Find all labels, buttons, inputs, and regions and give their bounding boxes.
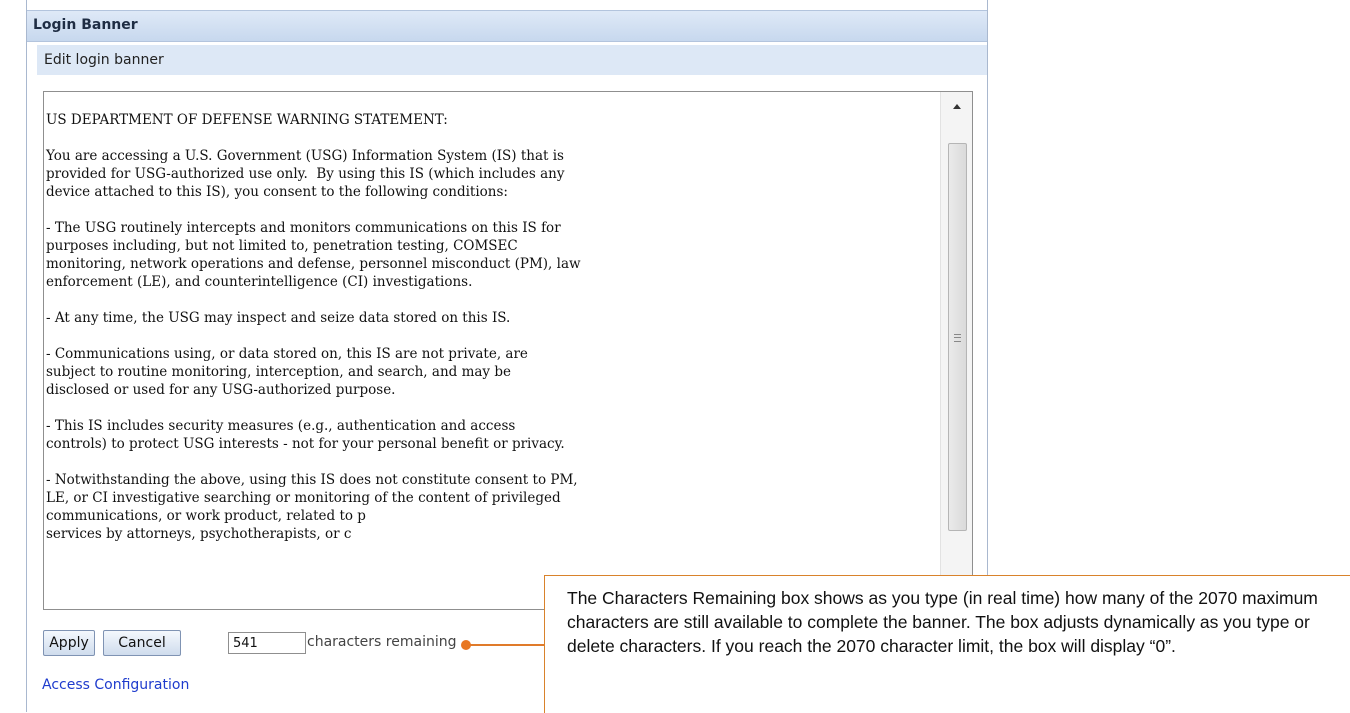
callout-connector-line bbox=[466, 644, 544, 646]
callout-text: The Characters Remaining box shows as yo… bbox=[567, 588, 1318, 656]
banner-text: US DEPARTMENT OF DEFENSE WARNING STATEME… bbox=[46, 112, 581, 542]
panel-header: Login Banner bbox=[27, 10, 987, 42]
panel-title: Login Banner bbox=[33, 17, 138, 33]
vertical-scrollbar[interactable] bbox=[940, 92, 972, 609]
section-header: Edit login banner bbox=[37, 45, 987, 75]
characters-remaining-field[interactable] bbox=[228, 632, 306, 654]
cancel-button[interactable]: Cancel bbox=[103, 630, 181, 656]
grip-icon bbox=[954, 334, 961, 342]
apply-button[interactable]: Apply bbox=[43, 630, 95, 656]
banner-textarea[interactable]: US DEPARTMENT OF DEFENSE WARNING STATEME… bbox=[43, 91, 973, 610]
characters-remaining-label: characters remaining bbox=[307, 634, 457, 650]
banner-text-viewport: US DEPARTMENT OF DEFENSE WARNING STATEME… bbox=[44, 92, 940, 609]
section-title: Edit login banner bbox=[44, 52, 164, 68]
scroll-up-arrow-icon[interactable] bbox=[941, 92, 972, 120]
access-configuration-link[interactable]: Access Configuration bbox=[42, 677, 189, 693]
callout-box: The Characters Remaining box shows as yo… bbox=[544, 575, 1350, 713]
scrollbar-thumb[interactable] bbox=[948, 143, 967, 531]
callout-dot-icon bbox=[461, 640, 471, 650]
